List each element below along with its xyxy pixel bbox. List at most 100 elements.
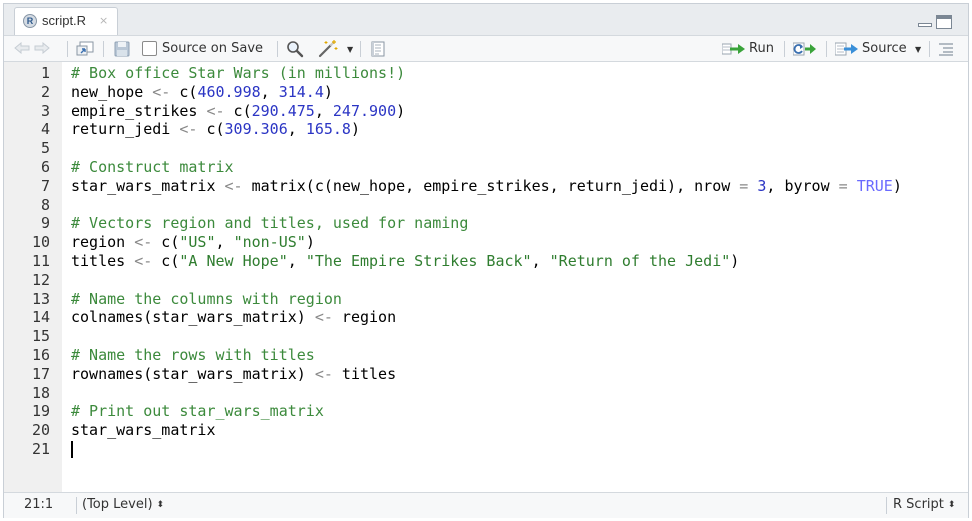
line-number: 17 bbox=[31, 364, 50, 383]
search-icon[interactable] bbox=[286, 40, 304, 58]
toolbar-separator bbox=[360, 41, 361, 57]
code-token-comment: # Vectors region and titles, used for na… bbox=[71, 214, 469, 233]
text-cursor bbox=[71, 440, 73, 458]
code-line[interactable]: 9 # Vectors region and titles, used for n… bbox=[4, 214, 968, 233]
code-token-operator: <- bbox=[179, 120, 198, 139]
code-token-default: star_wars_matrix bbox=[71, 421, 216, 440]
line-number: 15 bbox=[31, 327, 50, 346]
line-number: 16 bbox=[31, 345, 50, 364]
maximize-pane-icon[interactable] bbox=[936, 15, 952, 29]
source-on-save-label: Source on Save bbox=[162, 41, 264, 56]
code-token-comment: # Name the rows with titles bbox=[71, 345, 315, 364]
code-line[interactable]: 11 titles <- c("A New Hope", "The Empire … bbox=[4, 252, 968, 271]
code-text: titles <- c("A New Hope", "The Empire St… bbox=[71, 252, 739, 271]
scope-selector[interactable]: (Top Level) ⬍ bbox=[82, 497, 164, 512]
code-editor[interactable]: 1 # Box office Star Wars (in millions!) 2 n… bbox=[4, 62, 968, 492]
code-text: colnames(star_wars_matrix) <- region bbox=[71, 308, 396, 327]
code-token-default: ) bbox=[892, 176, 902, 195]
code-token-default: ) bbox=[323, 82, 333, 101]
run-icon[interactable] bbox=[722, 42, 746, 56]
source-on-save-checkbox[interactable] bbox=[142, 41, 157, 56]
tab-script-r[interactable]: R script.R × bbox=[14, 7, 118, 35]
editor-window: R script.R × Source on Save ▼ Run Source… bbox=[3, 3, 969, 518]
code-line[interactable]: 10 region <- c("US", "non-US") bbox=[4, 233, 968, 252]
line-number: 9 bbox=[40, 214, 50, 233]
code-line[interactable]: 2 new_hope <- c(460.998, 314.4) bbox=[4, 83, 968, 102]
run-button[interactable]: Run bbox=[749, 41, 774, 56]
code-token-number: 309.306 bbox=[224, 120, 288, 139]
line-number: 8 bbox=[40, 195, 50, 214]
code-token-number: 165.8 bbox=[305, 120, 351, 139]
code-token-number: 247.900 bbox=[332, 101, 397, 120]
code-line[interactable]: 15 bbox=[4, 327, 968, 346]
code-token-default: , bbox=[287, 120, 306, 139]
code-token-operator: <- bbox=[314, 308, 333, 327]
code-token-string: "The Empire Strikes Back" bbox=[305, 251, 532, 270]
code-token-comment: # Construct matrix bbox=[71, 157, 234, 176]
code-token-default: c( bbox=[197, 120, 225, 139]
code-token-default: c( bbox=[224, 101, 252, 120]
code-line[interactable]: 19 # Print out star_wars_matrix bbox=[4, 402, 968, 421]
back-arrow-icon[interactable] bbox=[14, 42, 30, 54]
chevron-down-icon[interactable]: ▼ bbox=[915, 45, 921, 54]
line-number: 6 bbox=[40, 157, 50, 176]
code-token-default: , bbox=[314, 101, 333, 120]
code-line[interactable]: 1 # Box office Star Wars (in millions!) bbox=[4, 64, 968, 83]
code-line[interactable]: 17 rownames(star_wars_matrix) <- titles bbox=[4, 365, 968, 384]
line-number: 5 bbox=[40, 139, 50, 158]
source-icon[interactable] bbox=[835, 42, 859, 56]
code-text: star_wars_matrix bbox=[71, 421, 216, 440]
code-text: # Name the columns with region bbox=[71, 290, 342, 309]
code-line[interactable]: 18 bbox=[4, 384, 968, 403]
code-line[interactable]: 4 return_jedi <- c(309.306, 165.8) bbox=[4, 120, 968, 139]
code-token-default: titles bbox=[332, 364, 397, 383]
file-type-label: R Script bbox=[893, 497, 944, 512]
code-line[interactable]: 3 empire_strikes <- c(290.475, 247.900) bbox=[4, 102, 968, 121]
code-line[interactable]: 5 bbox=[4, 139, 968, 158]
code-text: # Vectors region and titles, used for na… bbox=[71, 214, 468, 233]
code-token-operator: <- bbox=[134, 251, 153, 270]
minimize-pane-icon[interactable] bbox=[918, 17, 932, 29]
code-token-default: c( bbox=[152, 251, 180, 270]
save-icon[interactable] bbox=[114, 41, 130, 57]
forward-arrow-icon[interactable] bbox=[34, 42, 50, 54]
code-line[interactable]: 7 star_wars_matrix <- matrix(c(new_hope, … bbox=[4, 177, 968, 196]
code-text: # Name the rows with titles bbox=[71, 346, 315, 365]
code-line[interactable]: 16 # Name the rows with titles bbox=[4, 346, 968, 365]
code-line[interactable]: 20 star_wars_matrix bbox=[4, 421, 968, 440]
code-text: new_hope <- c(460.998, 314.4) bbox=[71, 83, 333, 102]
line-number: 14 bbox=[31, 308, 50, 327]
source-button[interactable]: Source bbox=[862, 41, 907, 56]
compile-report-icon[interactable] bbox=[370, 41, 386, 57]
toolbar-separator bbox=[277, 41, 278, 57]
code-token-default: new_hope bbox=[71, 82, 153, 101]
code-token-default: region bbox=[71, 233, 135, 252]
line-number: 11 bbox=[31, 251, 50, 270]
code-lines: 1 # Box office Star Wars (in millions!) 2 n… bbox=[4, 64, 968, 459]
code-line[interactable]: 13 # Name the columns with region bbox=[4, 290, 968, 309]
magic-wand-icon[interactable] bbox=[317, 39, 339, 58]
document-outline-icon[interactable] bbox=[938, 42, 954, 56]
file-type-selector[interactable]: R Script ⬍ bbox=[893, 497, 955, 512]
chevron-down-icon[interactable]: ▼ bbox=[347, 45, 353, 54]
status-separator bbox=[76, 497, 77, 514]
cursor-position: 21:1 bbox=[24, 497, 54, 512]
code-line[interactable]: 6 # Construct matrix bbox=[4, 158, 968, 177]
rerun-icon[interactable] bbox=[793, 42, 817, 56]
status-bar: 21:1 (Top Level) ⬍ R Script ⬍ bbox=[4, 492, 968, 518]
code-line[interactable]: 21 bbox=[4, 440, 968, 459]
code-token-string: "A New Hope" bbox=[179, 251, 288, 270]
code-line[interactable]: 8 bbox=[4, 196, 968, 215]
show-in-window-icon[interactable] bbox=[76, 41, 94, 57]
toolbar-separator bbox=[929, 41, 930, 57]
code-line[interactable]: 14 colnames(star_wars_matrix) <- region bbox=[4, 308, 968, 327]
close-icon[interactable]: × bbox=[99, 14, 108, 27]
code-line[interactable]: 12 bbox=[4, 271, 968, 290]
code-token-comment: # Box office Star Wars (in millions!) bbox=[71, 64, 406, 82]
line-number: 7 bbox=[40, 176, 50, 195]
line-number: 13 bbox=[31, 289, 50, 308]
code-token-string: "US" bbox=[179, 233, 216, 252]
code-token-operator: <- bbox=[134, 233, 153, 252]
tab-strip: R script.R × bbox=[4, 4, 968, 36]
code-token-default: ) bbox=[396, 101, 406, 120]
